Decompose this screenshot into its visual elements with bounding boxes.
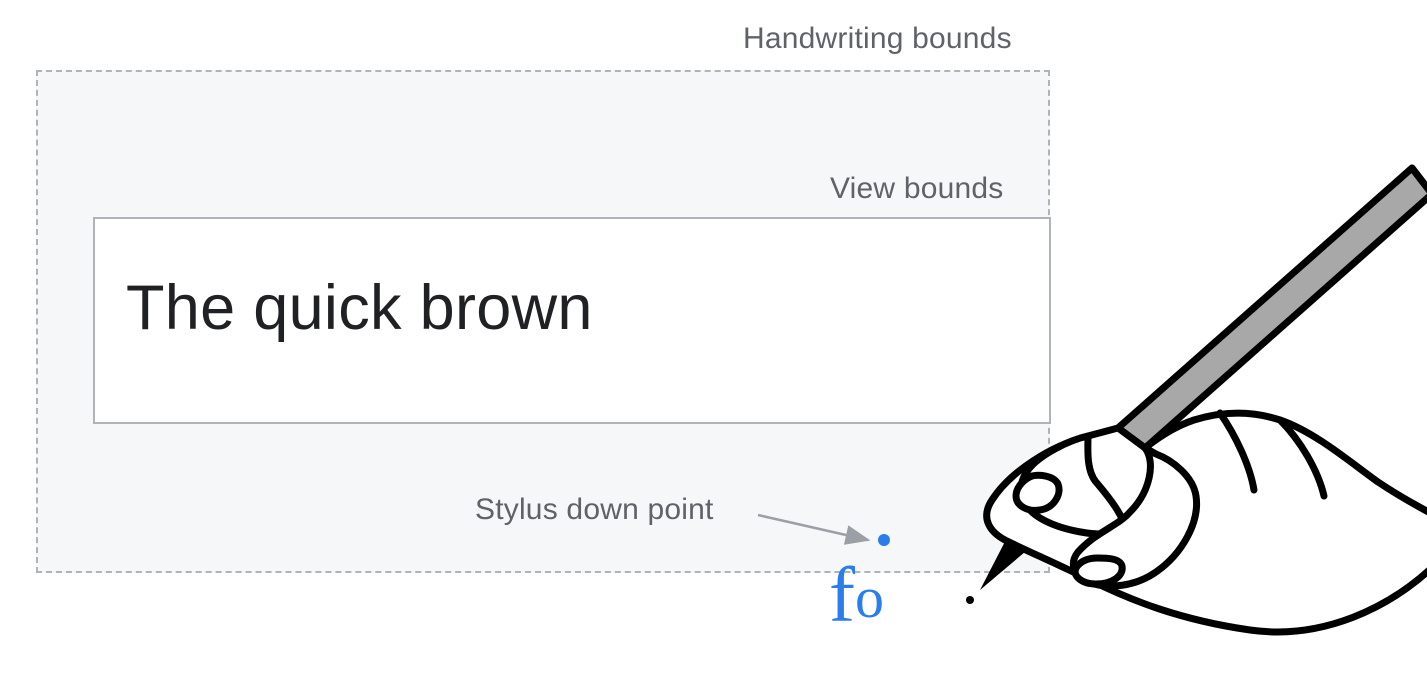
hand-icon: [987, 413, 1427, 632]
pen-tip-ink-dot: [966, 596, 974, 604]
hand-with-stylus-icon: [920, 140, 1427, 660]
handwriting-glyph-o: o: [855, 569, 884, 627]
handwriting-stroke: fo: [829, 538, 884, 616]
text-input-content: The quick brown: [126, 277, 1026, 340]
diagram-stage: The quick brown Handwriting bounds View …: [0, 0, 1427, 688]
handwriting-glyph-f: f: [829, 556, 855, 634]
handwriting-bounds-label: Handwriting bounds: [743, 22, 1012, 56]
stylus-down-point-dot: [878, 534, 890, 546]
stylus-down-label: Stylus down point: [475, 493, 714, 527]
